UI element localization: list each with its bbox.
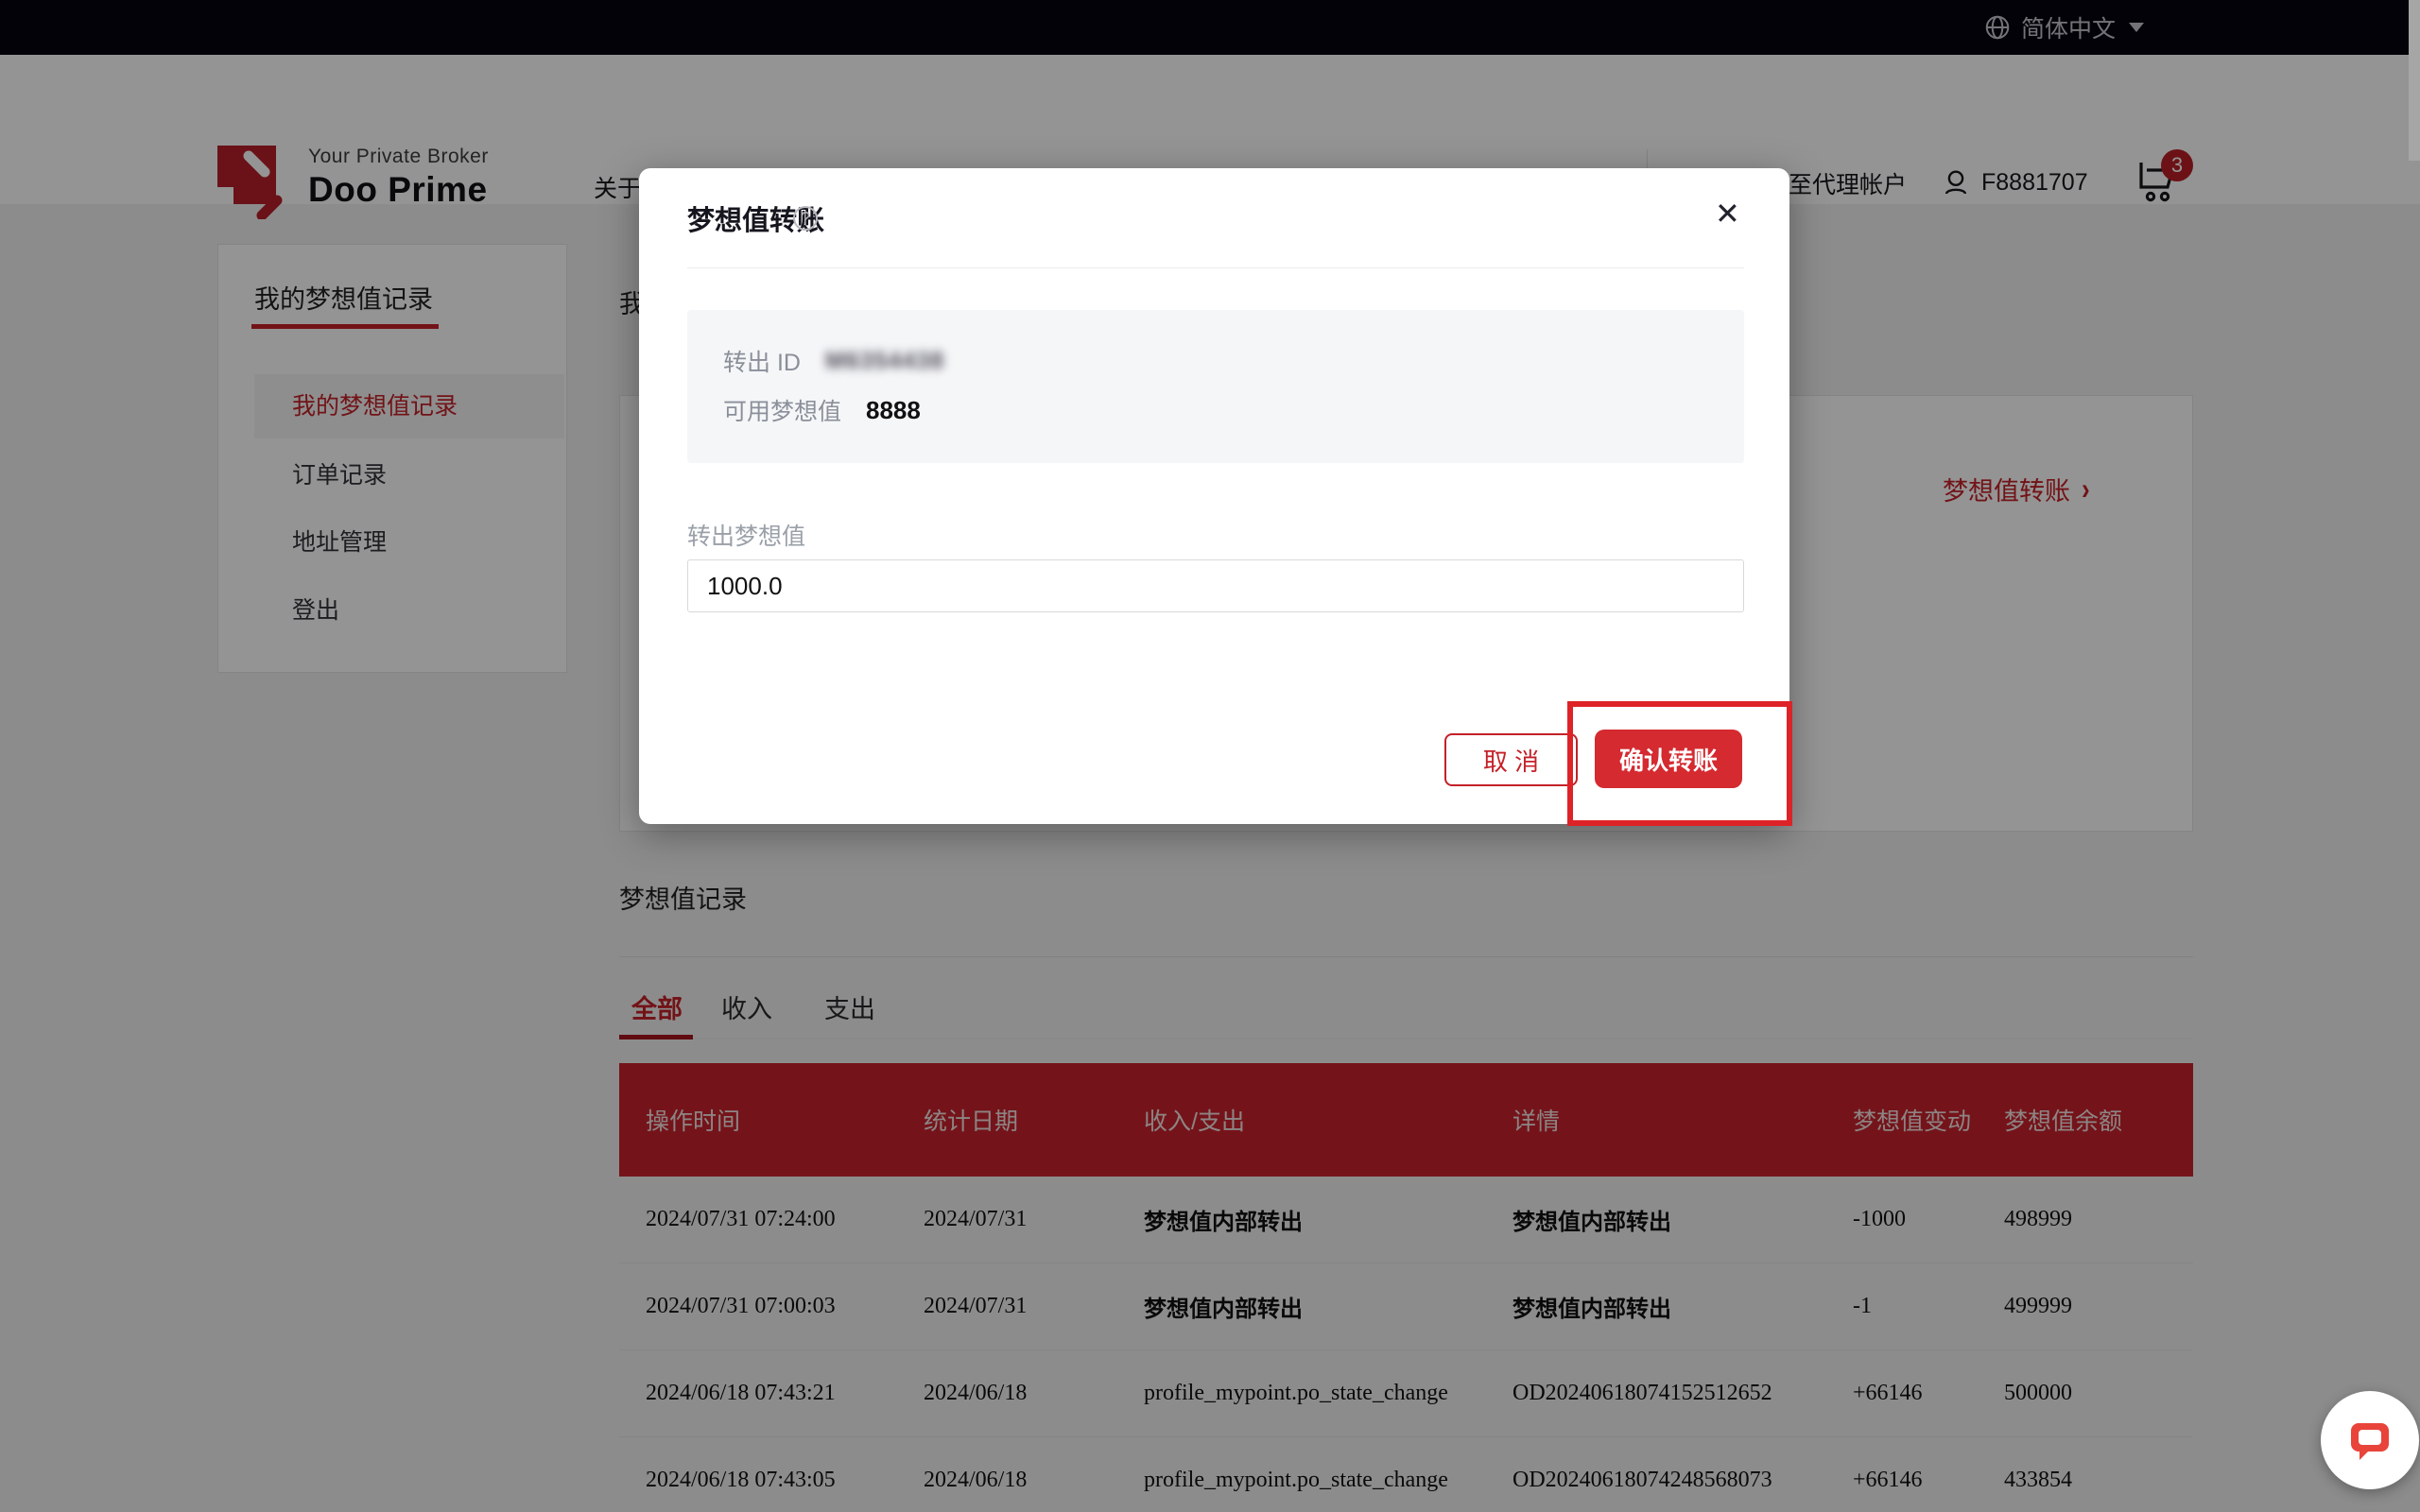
available-label: 可用梦想值: [723, 393, 841, 427]
transfer-info-panel: 转出 ID M6354438 可用梦想值 8888: [687, 310, 1744, 463]
dream-transfer-modal: 梦想值转账 ? ✕ 转出 ID M6354438 可用梦想值 8888 转出梦想…: [639, 168, 1789, 824]
out-id-row: 转出 ID M6354438: [723, 344, 944, 378]
available-value: 8888: [866, 396, 921, 425]
page: 简体中文 Your Private Broker Doo Prime 关于理想家…: [0, 0, 2420, 1512]
out-id-label: 转出 ID: [723, 344, 801, 378]
chat-bubble-icon: [2343, 1414, 2396, 1467]
out-id-value: M6354438: [825, 348, 944, 375]
cancel-button[interactable]: 取 消: [1444, 733, 1578, 786]
modal-divider: [687, 267, 1744, 268]
confirm-transfer-button[interactable]: 确认转账: [1595, 730, 1742, 788]
amount-field-label: 转出梦想值: [687, 518, 805, 552]
close-icon[interactable]: ✕: [1715, 198, 1740, 229]
help-icon[interactable]: ?: [793, 206, 818, 231]
available-row: 可用梦想值 8888: [723, 393, 921, 427]
live-chat-button[interactable]: [2321, 1391, 2419, 1489]
scrollbar-thumb[interactable]: [2409, 0, 2420, 161]
amount-input[interactable]: [687, 559, 1744, 612]
